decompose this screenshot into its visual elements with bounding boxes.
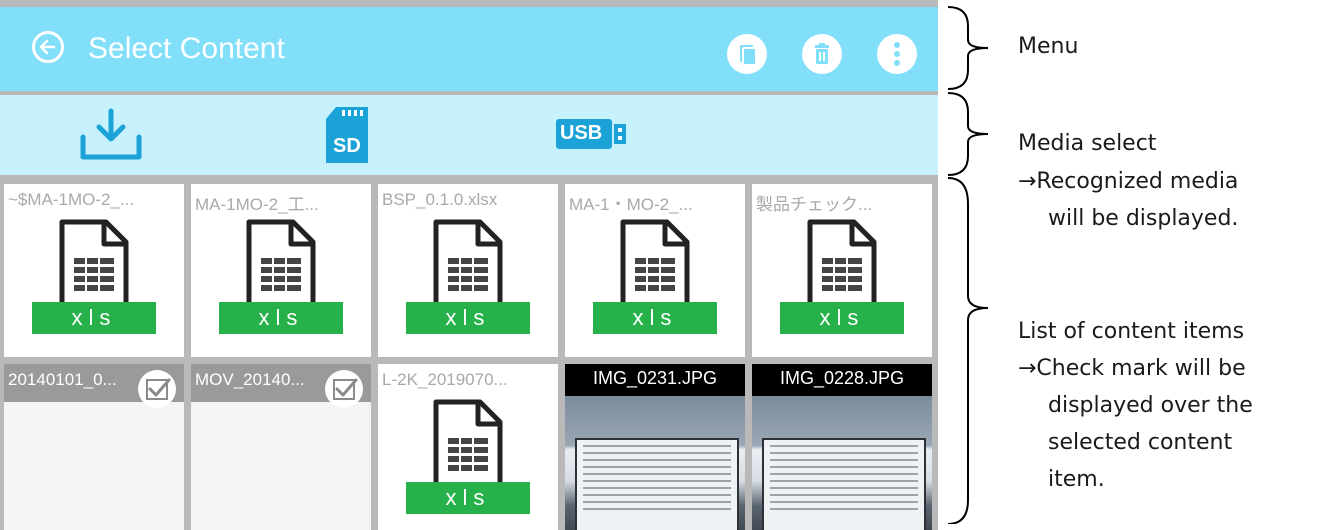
tile-filename: IMG_0231.JPG: [592, 368, 718, 388]
sd-label: SD: [333, 135, 361, 157]
xls-badge: xls: [406, 482, 530, 514]
download-icon[interactable]: [78, 107, 144, 168]
xls-badge: xls: [32, 302, 156, 334]
annotation-list: List of content items: [1018, 319, 1245, 344]
media-select-bar: SD USB: [0, 95, 938, 175]
tile-filename: L-2K_2019070...: [382, 370, 508, 389]
sd-card-icon[interactable]: SD: [324, 105, 370, 170]
thumbnail-screen: [762, 438, 926, 530]
content-tile[interactable]: ~$MA-1MO-2_...xls: [4, 184, 184, 357]
annotation-media-select-3: will be displayed.: [1048, 206, 1239, 231]
checkmark-icon[interactable]: [138, 370, 176, 408]
xls-badge: xls: [219, 302, 343, 334]
trash-icon[interactable]: [802, 34, 842, 74]
content-tile[interactable]: MOV_20140...: [191, 364, 371, 530]
tile-filename: MA-1MO-2_工...: [195, 195, 319, 214]
thumbnail-screen: [575, 438, 739, 530]
tile-filename: BSP_0.1.0.xlsx: [382, 190, 498, 209]
image-thumbnail: [752, 396, 932, 530]
tile-filename: 製品チェック...: [756, 195, 873, 214]
annotation-menu: Menu: [1018, 34, 1079, 59]
copy-icon[interactable]: [727, 34, 767, 74]
content-tile[interactable]: 20140101_0...: [4, 364, 184, 530]
content-tile[interactable]: IMG_0228.JPG: [752, 364, 932, 530]
annotation-list-5: item.: [1048, 467, 1105, 492]
content-tile[interactable]: 製品チェック... xls: [752, 184, 932, 357]
annotation-list-2: →Check mark will be: [1018, 356, 1246, 381]
tile-filename: IMG_0228.JPG: [779, 368, 905, 388]
image-thumbnail: [565, 396, 745, 530]
content-tile[interactable]: BSP_0.1.0.xlsxxls: [378, 184, 558, 357]
checkmark-icon[interactable]: [325, 370, 363, 408]
content-tile[interactable]: MA-1MO-2_工...xls: [191, 184, 371, 357]
xls-badge: xls: [593, 302, 717, 334]
back-arrow-icon[interactable]: [32, 31, 64, 63]
annotation-braces: [947, 6, 989, 524]
more-vert-icon[interactable]: [877, 34, 917, 74]
annotation-list-3: displayed over the: [1048, 393, 1253, 418]
content-tile[interactable]: MA-1・MO-2_...xls: [565, 184, 745, 357]
tile-filename: ~$MA-1MO-2_...: [8, 190, 135, 209]
content-tile[interactable]: L-2K_2019070...xls: [378, 364, 558, 530]
tile-filename: MA-1・MO-2_...: [569, 195, 693, 214]
app-bar: Select Content: [0, 7, 938, 91]
annotation-media-select: Media select: [1018, 131, 1157, 156]
content-grid: ~$MA-1MO-2_... xls MA-1MO-2_工... xls BSP_0.1…: [0, 180, 938, 530]
annotation-list-4: selected content: [1048, 430, 1233, 455]
content-tile[interactable]: IMG_0231.JPG: [565, 364, 745, 530]
xls-badge: xls: [406, 302, 530, 334]
xls-badge: xls: [780, 302, 904, 334]
annotation-media-select-2: →Recognized media: [1018, 169, 1239, 194]
page-title: Select Content: [88, 32, 285, 65]
app-screen: Select Content SD USB ~$MA-1MO-2_... xls…: [0, 0, 938, 530]
usb-label: USB: [560, 122, 603, 144]
